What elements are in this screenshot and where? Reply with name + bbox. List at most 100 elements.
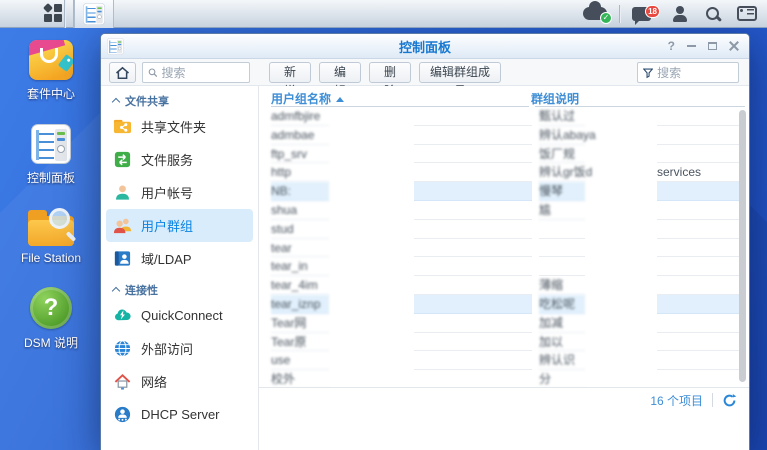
add-button[interactable]: 新增 xyxy=(269,62,311,83)
table-cell xyxy=(414,220,532,239)
help-button[interactable]: ? xyxy=(668,40,675,52)
table-row[interactable]: Tear网 加减 xyxy=(259,314,749,333)
sidebar-item-network[interactable]: 网络 xyxy=(106,365,253,398)
sort-asc-icon xyxy=(336,97,344,102)
sidebar-item-user-account[interactable]: 用户帐号 xyxy=(106,176,253,209)
sidebar-item-domain-ldap[interactable]: 域/LDAP xyxy=(106,242,253,275)
maximize-button[interactable] xyxy=(708,42,717,50)
user-account-icon xyxy=(113,183,132,202)
search-icon xyxy=(148,67,157,78)
notification-count-badge: 18 xyxy=(645,5,660,18)
group-description-cell: 薄缩 xyxy=(539,276,585,295)
table-row[interactable]: tear_in xyxy=(259,257,749,276)
sidebar-item-file-services[interactable]: 文件服务 xyxy=(106,143,253,176)
table-row[interactable]: Tear原 加以 xyxy=(259,333,749,352)
table-row[interactable]: NB:慢琴 xyxy=(259,182,749,201)
table-cell xyxy=(414,182,532,201)
search-input[interactable] xyxy=(161,66,244,80)
desktop-icon-package-center[interactable]: 套件中心 xyxy=(10,40,92,102)
filter-search-input[interactable] xyxy=(657,66,733,80)
sidebar-item-label: 文件服务 xyxy=(141,150,193,169)
sidebar-item-shared-folder[interactable]: 共享文件夹 xyxy=(106,110,253,143)
column-header-group-name[interactable]: 用户组名称 xyxy=(271,90,344,107)
taskbar-control-panel-button[interactable] xyxy=(74,0,114,28)
external-access-icon xyxy=(113,339,132,358)
window-titlebar[interactable]: 控制面板 ? xyxy=(101,34,749,59)
group-name-cell: Tear原 xyxy=(271,333,329,352)
desktop-icon-control-panel[interactable]: 控制面板 xyxy=(10,124,92,186)
sidebar-item-label: 域/LDAP xyxy=(141,249,192,268)
group-description-cell xyxy=(539,220,585,239)
desktop-icon-dsm-help[interactable]: DSM 说明 xyxy=(10,287,92,351)
sidebar-item-user-group[interactable]: 用户群组 xyxy=(106,209,253,242)
sidebar-item-quickconnect[interactable]: QuickConnect xyxy=(106,299,253,332)
table-row[interactable]: tear_4im薄缩 xyxy=(259,276,749,295)
edit-button[interactable]: 编辑 xyxy=(319,62,361,83)
sidebar-item-external-access[interactable]: 外部访问 xyxy=(106,332,253,365)
main-menu-button[interactable] xyxy=(33,0,73,28)
sidebar-section-header[interactable]: 连接性 xyxy=(101,275,258,299)
table-row[interactable]: admfbjire甄认过 xyxy=(259,107,749,126)
home-button[interactable] xyxy=(109,62,136,83)
table-cell xyxy=(657,314,745,333)
table-row[interactable]: admbae辨认abaya xyxy=(259,126,749,145)
item-count-label: 16 个项目 xyxy=(650,392,703,409)
table-cell xyxy=(657,220,745,239)
filter-funnel-icon xyxy=(643,67,653,79)
dhcp-server-icon xyxy=(113,405,132,424)
group-name-cell: shua xyxy=(271,201,329,220)
table-row[interactable]: tear xyxy=(259,239,749,258)
table-cell xyxy=(657,370,745,387)
delete-button[interactable]: 删除 xyxy=(369,62,411,83)
notifications-button[interactable]: 18 xyxy=(632,7,651,21)
table-statusbar: 16 个项目 xyxy=(259,387,749,412)
table-cell xyxy=(414,276,532,295)
table-row[interactable]: tear_iznp吃松呢 xyxy=(259,295,749,314)
cloud-sync-button[interactable]: ✓ xyxy=(583,7,607,20)
group-name-cell: Tear网 xyxy=(271,314,329,333)
table-row[interactable]: ftp_srv饭厂规 xyxy=(259,145,749,164)
collapse-chevron-icon xyxy=(112,98,120,106)
search-icon xyxy=(705,6,721,22)
table-row[interactable]: shua 尴 xyxy=(259,201,749,220)
group-description-cell: 吃松呢 xyxy=(539,295,585,314)
group-description-cell: 加减 xyxy=(539,314,585,333)
search-button[interactable] xyxy=(705,6,721,22)
group-description-cell: 辨认识 xyxy=(539,351,585,370)
desktop-icon-file-station[interactable]: File Station xyxy=(10,208,92,265)
column-header-group-description[interactable]: 群组说明 xyxy=(531,90,579,107)
cloud-ok-badge: ✓ xyxy=(600,12,612,24)
table-cell xyxy=(657,257,745,276)
user-menu-button[interactable] xyxy=(671,6,689,22)
file-services-icon xyxy=(113,150,132,169)
table-row[interactable]: http辨认gr饭dservices xyxy=(259,163,749,182)
close-button[interactable] xyxy=(729,41,739,51)
table-cell xyxy=(414,257,532,276)
widgets-button[interactable] xyxy=(737,6,757,21)
main-menu-icon xyxy=(44,4,63,23)
table-cell xyxy=(657,126,745,145)
refresh-button[interactable] xyxy=(722,393,737,408)
sidebar-section-header[interactable]: 文件共享 xyxy=(101,86,258,110)
table-row[interactable]: 校外分 xyxy=(259,370,749,387)
minimize-button[interactable] xyxy=(687,45,696,47)
group-description-cell: 尴 xyxy=(539,201,585,220)
table-cell xyxy=(657,107,745,126)
sidebar-item-dhcp-server[interactable]: DHCP Server xyxy=(106,398,253,431)
sidebar-item-label: 用户帐号 xyxy=(141,183,193,202)
table-cell xyxy=(657,276,745,295)
vertical-scrollbar[interactable] xyxy=(739,110,746,382)
sidebar-item-label: QuickConnect xyxy=(141,308,223,323)
group-description-cell: 加以 xyxy=(539,333,585,352)
taskbar-divider xyxy=(64,0,65,28)
control-panel-window: 控制面板 ? 新增 编辑 删除 编辑群组成员 文件共享共享文件夹文件服务用户帐号… xyxy=(100,33,750,450)
edit-group-members-button[interactable]: 编辑群组成员 xyxy=(419,62,501,83)
table-cell xyxy=(414,370,532,387)
table-row[interactable]: use辨认识 xyxy=(259,351,749,370)
group-name-cell: http xyxy=(271,163,329,182)
table-row[interactable]: stud xyxy=(259,220,749,239)
group-name-cell: tear_in xyxy=(271,257,329,276)
sidebar-item-label: 用户群组 xyxy=(141,216,193,235)
file-station-icon xyxy=(28,208,74,246)
group-description-cell: 甄认过 xyxy=(539,107,585,126)
